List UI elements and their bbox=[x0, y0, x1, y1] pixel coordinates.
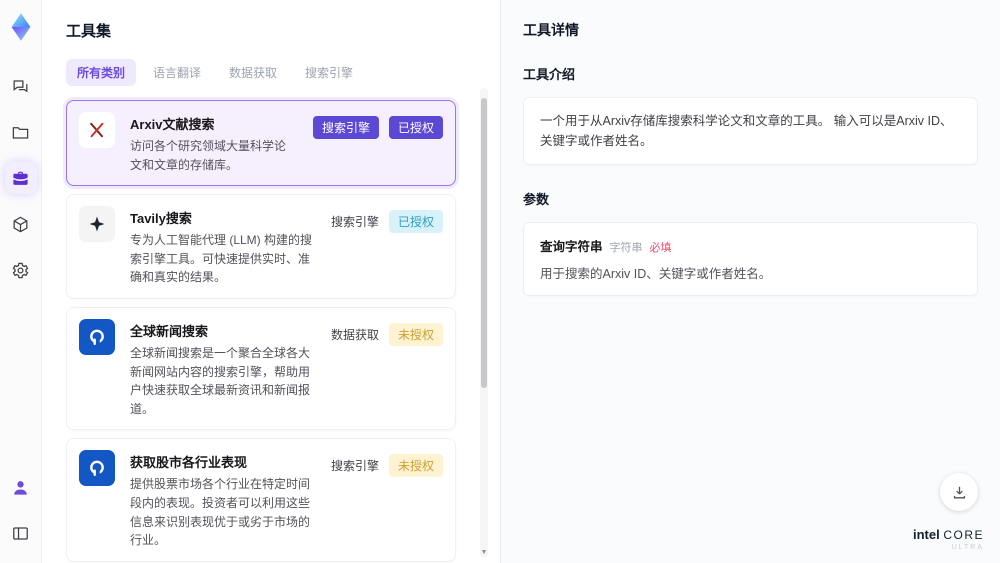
sidebar-item-toolset[interactable] bbox=[4, 162, 37, 194]
left-rail bbox=[0, 0, 42, 563]
arxiv-icon bbox=[79, 112, 115, 148]
sidebar-item-models[interactable] bbox=[5, 208, 37, 240]
tool-description: 全球新闻搜索是一个聚合全球各大新闻网站内容的搜索引擎，帮助用户快速获取全球最新资… bbox=[130, 345, 311, 416]
tool-card-3[interactable]: 获取股市各行业表现 提供股票市场各个行业在特定时间段内的表现。投资者可以利用这些… bbox=[66, 438, 456, 562]
tool-description: 提供股票市场各个行业在特定时间段内的表现。投资者可以利用这些信息来识别表现优于或… bbox=[130, 477, 311, 548]
download-icon bbox=[953, 486, 965, 498]
intel-core-logo: intel CORE ULTRA bbox=[913, 528, 984, 551]
param-name: 查询字符串 bbox=[540, 240, 603, 254]
authorization-badge: 已授权 bbox=[388, 210, 443, 234]
panel-icon bbox=[13, 526, 28, 540]
sidebar-item-panel-toggle[interactable] bbox=[5, 517, 37, 549]
authorization-badge: 未授权 bbox=[388, 322, 443, 346]
chat-icon bbox=[13, 79, 28, 92]
tool-card-2[interactable]: 全球新闻搜索 全球新闻搜索是一个聚合全球各大新闻网站内容的搜索引擎，帮助用户快速… bbox=[66, 306, 456, 431]
app-logo bbox=[6, 12, 36, 42]
tab-1[interactable]: 语言翻译 bbox=[142, 59, 212, 86]
param-type: 字符串 bbox=[609, 242, 643, 254]
tool-tags: 搜索引擎 未授权 bbox=[331, 450, 443, 549]
details-title: 工具详情 bbox=[523, 22, 579, 38]
authorization-badge: 已授权 bbox=[388, 116, 443, 139]
params-heading: 参数 bbox=[523, 192, 550, 207]
tool-card-0[interactable]: Arxiv文献搜索 访问各个研究领域大量科学论文和文章的存储库。 搜索引擎 已授… bbox=[66, 100, 456, 187]
tool-name: 获取股市各行业表现 bbox=[130, 455, 248, 471]
sidebar-item-account[interactable] bbox=[5, 471, 37, 503]
tool-category-label: 搜索引擎 bbox=[330, 459, 379, 474]
gear-icon bbox=[12, 262, 29, 278]
intel-brand-word: intel bbox=[912, 527, 940, 542]
folder-icon bbox=[12, 126, 29, 139]
intel-product-word: CORE bbox=[943, 528, 984, 542]
news-blue-icon bbox=[79, 318, 115, 355]
param-required-flag: 必填 bbox=[649, 242, 672, 254]
list-scrollbar[interactable]: ▲ ▼ bbox=[480, 88, 488, 557]
sidebar-item-settings[interactable] bbox=[5, 254, 37, 286]
news-blue-icon bbox=[79, 450, 115, 487]
briefcase-icon bbox=[13, 171, 28, 185]
scroll-down-icon[interactable]: ▼ bbox=[480, 549, 488, 557]
tool-tags: 数据获取 未授权 bbox=[331, 319, 443, 418]
intro-text-box: 一个用于从Arxiv存储库搜索科学论文和文章的工具。 输入可以是Arxiv ID… bbox=[523, 97, 978, 165]
tool-name: 全球新闻搜索 bbox=[130, 323, 209, 339]
tool-details-panel: 工具详情 工具介绍 一个用于从Arxiv存储库搜索科学论文和文章的工具。 输入可… bbox=[500, 0, 1000, 563]
tab-2[interactable]: 数据获取 bbox=[218, 59, 288, 86]
tab-0[interactable]: 所有类别 bbox=[66, 59, 137, 86]
sidebar-item-files[interactable] bbox=[5, 116, 37, 148]
tool-list: Arxiv文献搜索 访问各个研究领域大量科学论文和文章的存储库。 搜索引擎 已授… bbox=[66, 100, 474, 563]
tool-category-label: 搜索引擎 bbox=[330, 215, 379, 230]
tool-category-label: 数据获取 bbox=[330, 327, 379, 342]
tool-tags: 搜索引擎 已授权 bbox=[312, 112, 443, 174]
intro-heading: 工具介绍 bbox=[523, 67, 576, 82]
sidebar-item-chat[interactable] bbox=[5, 70, 37, 102]
page-title: 工具集 bbox=[66, 23, 112, 40]
tool-description: 访问各个研究领域大量科学论文和文章的存储库。 bbox=[130, 139, 287, 172]
cube-icon bbox=[13, 216, 28, 232]
tool-name: Tavily搜索 bbox=[130, 211, 192, 227]
tab-3[interactable]: 搜索引擎 bbox=[294, 59, 364, 86]
param-description: 用于搜索的Arxiv ID、关键字或作者姓名。 bbox=[540, 267, 772, 281]
user-icon bbox=[14, 480, 27, 495]
tool-description: 专为人工智能代理 (LLM) 构建的搜索引擎工具。可快速提供实时、准确和真实的结… bbox=[130, 233, 313, 285]
tool-tags: 搜索引擎 已授权 bbox=[331, 206, 443, 287]
intel-tier-word: ULTRA bbox=[951, 544, 984, 551]
parameter-box: 查询字符串 字符串 必填 用于搜索的Arxiv ID、关键字或作者姓名。 bbox=[523, 222, 978, 296]
tool-card-1[interactable]: Tavily搜索 专为人工智能代理 (LLM) 构建的搜索引擎工具。可快速提供实… bbox=[66, 194, 456, 299]
scrollbar-thumb[interactable] bbox=[481, 98, 487, 388]
tavily-icon bbox=[79, 206, 115, 243]
category-tabs: 所有类别 语言翻译 数据获取 搜索引擎 bbox=[66, 59, 474, 86]
tool-category-label: 搜索引擎 bbox=[312, 116, 379, 139]
authorization-badge: 未授权 bbox=[388, 454, 443, 478]
download-button[interactable] bbox=[940, 473, 978, 511]
toolset-panel: 工具集 所有类别 语言翻译 数据获取 搜索引擎 Arxiv文献搜索 访问各个研究领域大… bbox=[42, 0, 500, 563]
tool-name: Arxiv文献搜索 bbox=[130, 117, 215, 132]
